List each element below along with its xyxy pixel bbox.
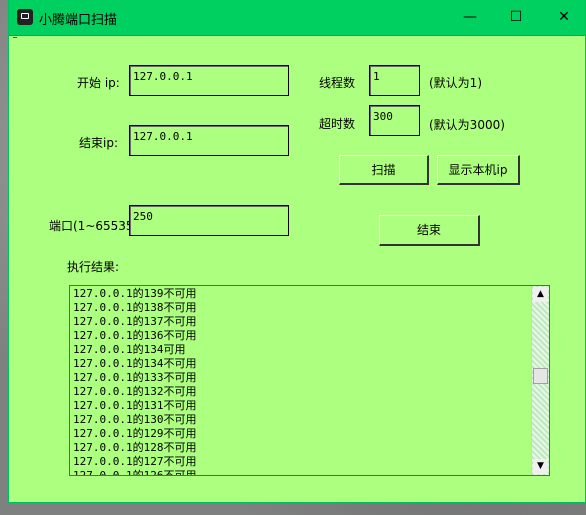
results-label: 执行结果:: [67, 260, 120, 274]
threads-hint: (默认为1): [429, 76, 482, 90]
timeout-hint: (默认为3000): [429, 118, 505, 132]
threads-input[interactable]: 1: [369, 65, 420, 96]
minimize-button[interactable]: —: [447, 0, 493, 35]
result-line: 127.0.0.1的136不可用: [73, 329, 197, 342]
scroll-thumb[interactable]: [533, 368, 548, 384]
result-line: 127.0.0.1的138不可用: [73, 301, 197, 314]
close-button[interactable]: ✕: [541, 0, 586, 35]
vertical-scrollbar[interactable]: ▲ ▼: [531, 286, 549, 475]
result-line: 127.0.0.1的128不可用: [73, 441, 197, 454]
start-ip-label: 开始 ip:: [77, 76, 120, 90]
app-icon: [17, 9, 33, 25]
port-label: 端口(1~65535): [49, 219, 139, 233]
timeout-label: 超时数: [319, 117, 356, 131]
result-line: 127.0.0.1的133不可用: [73, 371, 197, 384]
scroll-down-button[interactable]: ▼: [533, 459, 548, 474]
result-line: 127.0.0.1的127不可用: [73, 455, 197, 468]
results-lines: 127.0.0.1的139不可用 127.0.0.1的138不可用 127.0.0.…: [73, 287, 533, 476]
result-line: 127.0.0.1的130不可用: [73, 413, 197, 426]
result-line: 127.0.0.1的134不可用: [73, 357, 197, 370]
result-line: 127.0.0.1的134可用: [73, 343, 186, 356]
results-output[interactable]: 127.0.0.1的139不可用 127.0.0.1的138不可用 127.0.0.…: [69, 285, 550, 476]
start-ip-input[interactable]: 127.0.0.1: [129, 65, 289, 96]
result-line: 127.0.0.1的139不可用: [73, 287, 197, 300]
result-line: 127.0.0.1的126不可用: [73, 469, 197, 476]
result-line: 127.0.0.1的131不可用: [73, 399, 197, 412]
end-button[interactable]: 结束: [379, 215, 480, 246]
menu-separator: [9, 35, 585, 36]
threads-label: 线程数: [319, 76, 356, 90]
show-local-ip-button[interactable]: 显示本机ip: [437, 155, 520, 185]
port-input[interactable]: 250: [129, 205, 289, 236]
scroll-up-button[interactable]: ▲: [533, 287, 548, 302]
result-line: 127.0.0.1的129不可用: [73, 427, 197, 440]
end-ip-input[interactable]: 127.0.0.1: [129, 125, 289, 156]
window-title: 小腾端口扫描: [39, 13, 118, 28]
maximize-button[interactable]: ☐: [493, 0, 539, 35]
result-line: 127.0.0.1的137不可用: [73, 315, 197, 328]
timeout-input[interactable]: 300: [369, 105, 420, 136]
scan-button[interactable]: 扫描: [339, 155, 429, 185]
title-bar[interactable]: 小腾端口扫描 — ☐ ✕: [9, 0, 585, 35]
app-window: 小腾端口扫描 — ☐ ✕ 开始 ip: 127.0.0.1 结束ip: 127.…: [8, 0, 586, 503]
result-line: 127.0.0.1的132不可用: [73, 385, 197, 398]
end-ip-label: 结束ip:: [79, 136, 118, 150]
menu-marker: [13, 37, 17, 38]
